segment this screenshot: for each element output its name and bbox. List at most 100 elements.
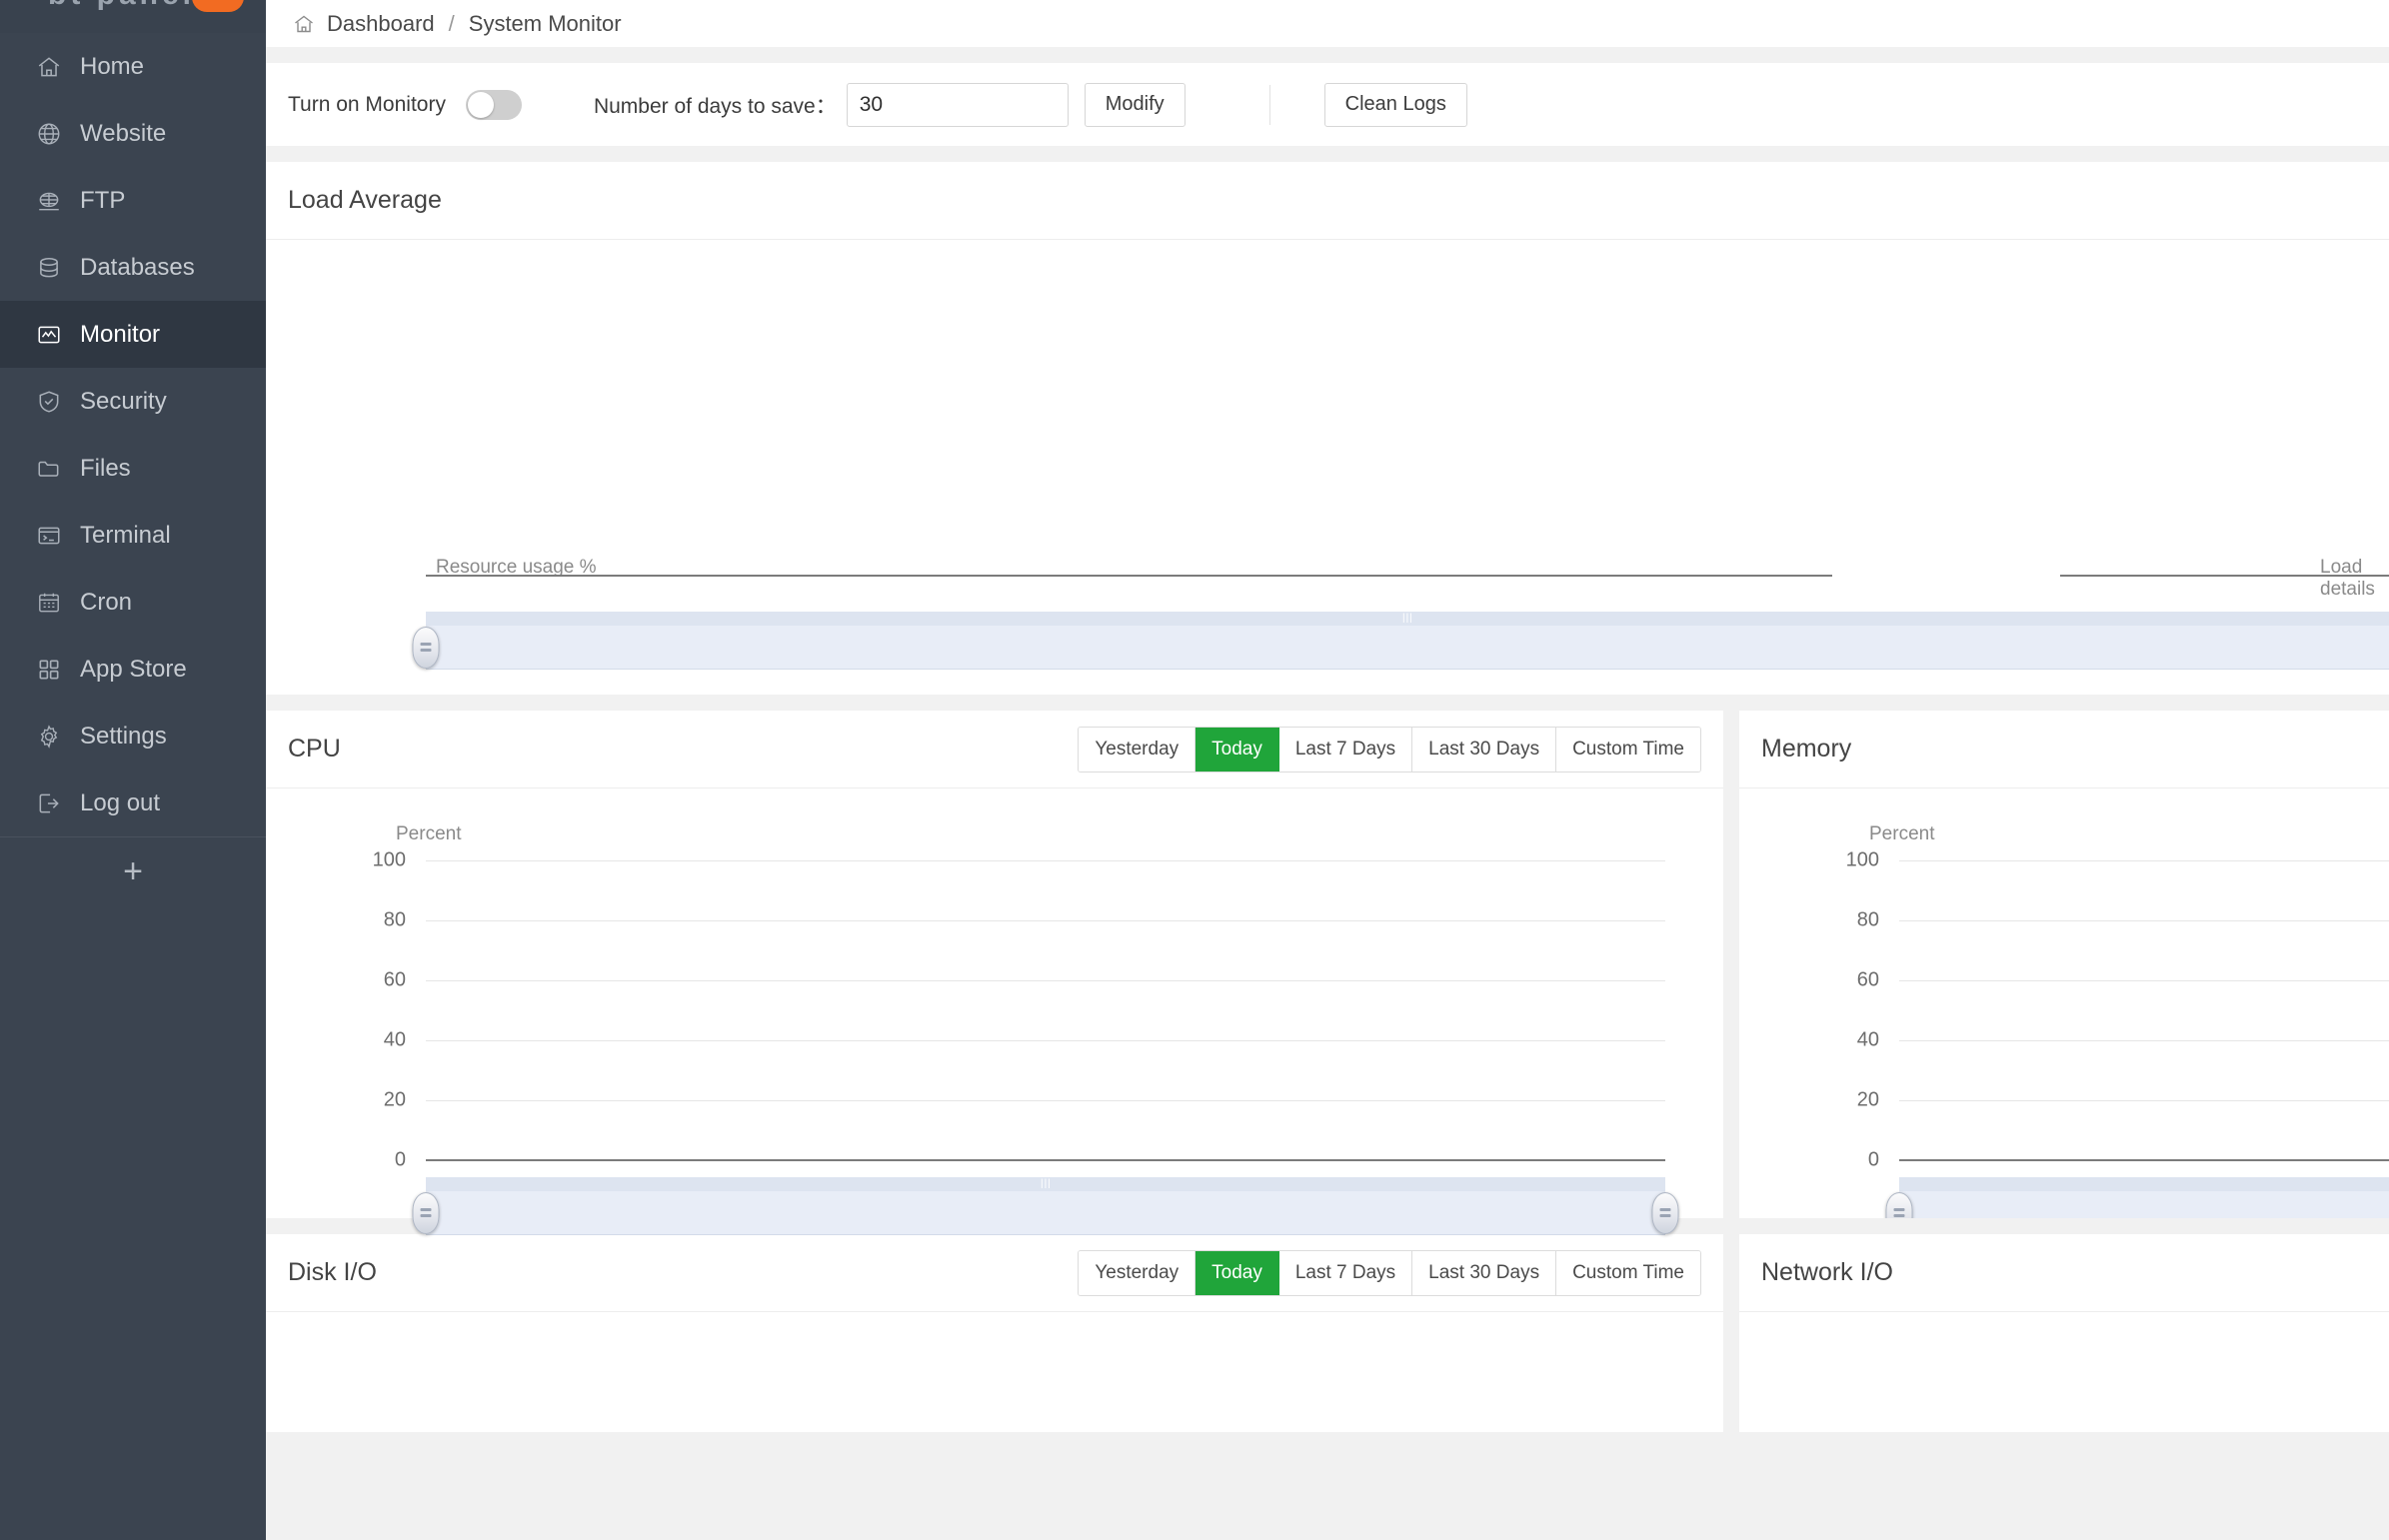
cpu-chart-datazoom[interactable]: ||| <box>412 1177 1679 1235</box>
memory-chart[interactable]: Percent 100 80 60 40 20 0 <box>1739 788 2389 1218</box>
breadcrumb-root[interactable]: Dashboard <box>327 11 435 37</box>
network-io-header: Network I/O <box>1739 1234 2389 1312</box>
datazoom-handle-left[interactable] <box>1885 1191 1913 1218</box>
memory-gridline <box>1899 980 2389 981</box>
turn-on-monitory-label: Turn on Monitory <box>288 92 446 116</box>
load-chart-axis-right <box>2060 575 2389 577</box>
sidebar-item-label: App Store <box>80 655 187 683</box>
load-chart-datazoom[interactable]: ||| <box>412 612 2389 670</box>
app-root: bt panel Home Website FTP <box>0 0 2389 1540</box>
disk-io-panel: Disk I/O Yesterday Today Last 7 Days Las… <box>266 1234 1723 1432</box>
sidebar-item-monitor[interactable]: Monitor <box>0 301 266 368</box>
datazoom-handle-left[interactable] <box>412 626 440 669</box>
days-to-save-input[interactable] <box>846 82 1069 127</box>
load-details-label: Load details <box>2320 557 2375 600</box>
network-io-chart[interactable] <box>1739 1312 2389 1432</box>
memory-ytick-100: 100 <box>1845 848 1879 871</box>
cpu-panel: CPU Yesterday Today Last 7 Days Last 30 … <box>266 711 1723 1235</box>
cpu-gridline <box>426 980 1665 981</box>
cpu-time-range-selector: Yesterday Today Last 7 Days Last 30 Days… <box>1078 726 1701 772</box>
database-icon <box>36 255 80 281</box>
breadcrumb: Dashboard / System Monitor <box>266 0 2389 47</box>
datazoom-track[interactable]: ||| <box>426 1177 1665 1191</box>
load-average-header: Load Average <box>266 162 2389 240</box>
disk-io-header: Disk I/O Yesterday Today Last 7 Days Las… <box>266 1234 1723 1312</box>
memory-gridline <box>1899 860 2389 861</box>
sidebar-item-app-store[interactable]: App Store <box>0 636 266 703</box>
memory-chart-datazoom[interactable] <box>1885 1177 2389 1218</box>
cpu-gridline <box>426 1040 1665 1041</box>
time-range-today[interactable]: Today <box>1195 727 1279 771</box>
toggle-knob <box>467 91 494 118</box>
breadcrumb-separator: / <box>448 10 455 36</box>
sidebar-item-files[interactable]: Files <box>0 435 266 502</box>
globe-icon <box>36 121 80 147</box>
panel-title: Disk I/O <box>288 1258 377 1286</box>
terminal-icon <box>36 523 80 549</box>
modify-button[interactable]: Modify <box>1084 82 1186 127</box>
memory-ytick-80: 80 <box>1856 908 1879 931</box>
sidebar-item-security[interactable]: Security <box>0 368 266 435</box>
sidebar-item-label: Monitor <box>80 320 161 348</box>
gear-icon <box>36 724 80 750</box>
memory-panel: Memory Percent 100 80 60 40 20 0 <box>1739 711 2389 1218</box>
time-range-last-7-days[interactable]: Last 7 Days <box>1278 727 1413 771</box>
sidebar-item-settings[interactable]: Settings <box>0 703 266 770</box>
time-range-custom-time[interactable]: Custom Time <box>1556 727 1700 771</box>
datazoom-handle-right[interactable] <box>1651 1191 1679 1234</box>
disk-io-chart[interactable] <box>266 1312 1723 1432</box>
sidebar-item-terminal[interactable]: Terminal <box>0 502 266 569</box>
sidebar-item-databases[interactable]: Databases <box>0 234 266 301</box>
datazoom-track[interactable]: ||| <box>426 612 2389 626</box>
panel-title: CPU <box>288 735 341 763</box>
cpu-chart[interactable]: Percent 100 80 60 40 20 0 ||| <box>266 788 1723 1235</box>
clean-logs-button[interactable]: Clean Logs <box>1323 82 1467 127</box>
memory-ytick-20: 20 <box>1856 1088 1879 1111</box>
datazoom-grip-icon: ||| <box>1041 1178 1052 1189</box>
logo-text: bt panel <box>48 0 195 12</box>
breadcrumb-current: System Monitor <box>468 10 622 36</box>
disk-io-time-range-selector: Yesterday Today Last 7 Days Last 30 Days… <box>1078 1249 1701 1296</box>
load-average-panel: Load Average Resource usage % Load detai… <box>266 162 2389 695</box>
main-content: Dashboard / System Monitor Turn on Monit… <box>266 0 2389 1540</box>
sidebar-item-label: Settings <box>80 722 167 750</box>
memory-ytick-60: 60 <box>1856 968 1879 991</box>
home-icon <box>36 54 80 80</box>
sidebar-item-website[interactable]: Website <box>0 100 266 167</box>
memory-ytick-40: 40 <box>1856 1028 1879 1051</box>
time-range-last-30-days[interactable]: Last 30 Days <box>1412 1250 1557 1295</box>
sidebar-item-label: Cron <box>80 588 133 616</box>
memory-gridline <box>1899 920 2389 921</box>
load-chart-axis-left <box>426 575 1832 577</box>
toolbar-divider <box>1268 84 1270 125</box>
sidebar-item-label: FTP <box>80 186 126 214</box>
cpu-memory-row: CPU Yesterday Today Last 7 Days Last 30 … <box>266 711 2389 1235</box>
time-range-last-7-days[interactable]: Last 7 Days <box>1278 1250 1413 1295</box>
datazoom-track[interactable] <box>1899 1177 2389 1191</box>
network-io-panel: Network I/O <box>1739 1234 2389 1432</box>
monitory-toggle[interactable] <box>465 89 522 120</box>
time-range-today[interactable]: Today <box>1195 1250 1279 1295</box>
sidebar-item-ftp[interactable]: FTP <box>0 167 266 234</box>
memory-y-axis-title: Percent <box>1869 823 1935 844</box>
grid-icon <box>36 657 80 683</box>
time-range-last-30-days[interactable]: Last 30 Days <box>1412 727 1557 771</box>
load-average-chart[interactable]: Resource usage % Load details ||| <box>266 240 2389 695</box>
cpu-gridline <box>426 920 1665 921</box>
cpu-gridline <box>426 860 1665 861</box>
time-range-custom-time[interactable]: Custom Time <box>1556 1250 1700 1295</box>
time-range-yesterday[interactable]: Yesterday <box>1079 727 1196 771</box>
sidebar-item-label: Home <box>80 52 145 80</box>
sidebar-add-button[interactable]: + <box>0 837 266 905</box>
datazoom-handle-left[interactable] <box>412 1191 440 1234</box>
cpu-ytick-80: 80 <box>383 908 406 931</box>
sidebar-item-label: Databases <box>80 253 195 281</box>
sidebar-item-home[interactable]: Home <box>0 33 266 100</box>
sidebar-nav: Home Website FTP Databases Monitor Secur… <box>0 33 266 905</box>
home-icon[interactable] <box>292 12 316 36</box>
time-range-yesterday[interactable]: Yesterday <box>1079 1250 1196 1295</box>
monitor-icon <box>36 322 80 348</box>
sidebar-item-cron[interactable]: Cron <box>0 569 266 636</box>
sidebar-item-log-out[interactable]: Log out <box>0 770 266 836</box>
cpu-ytick-20: 20 <box>383 1088 406 1111</box>
